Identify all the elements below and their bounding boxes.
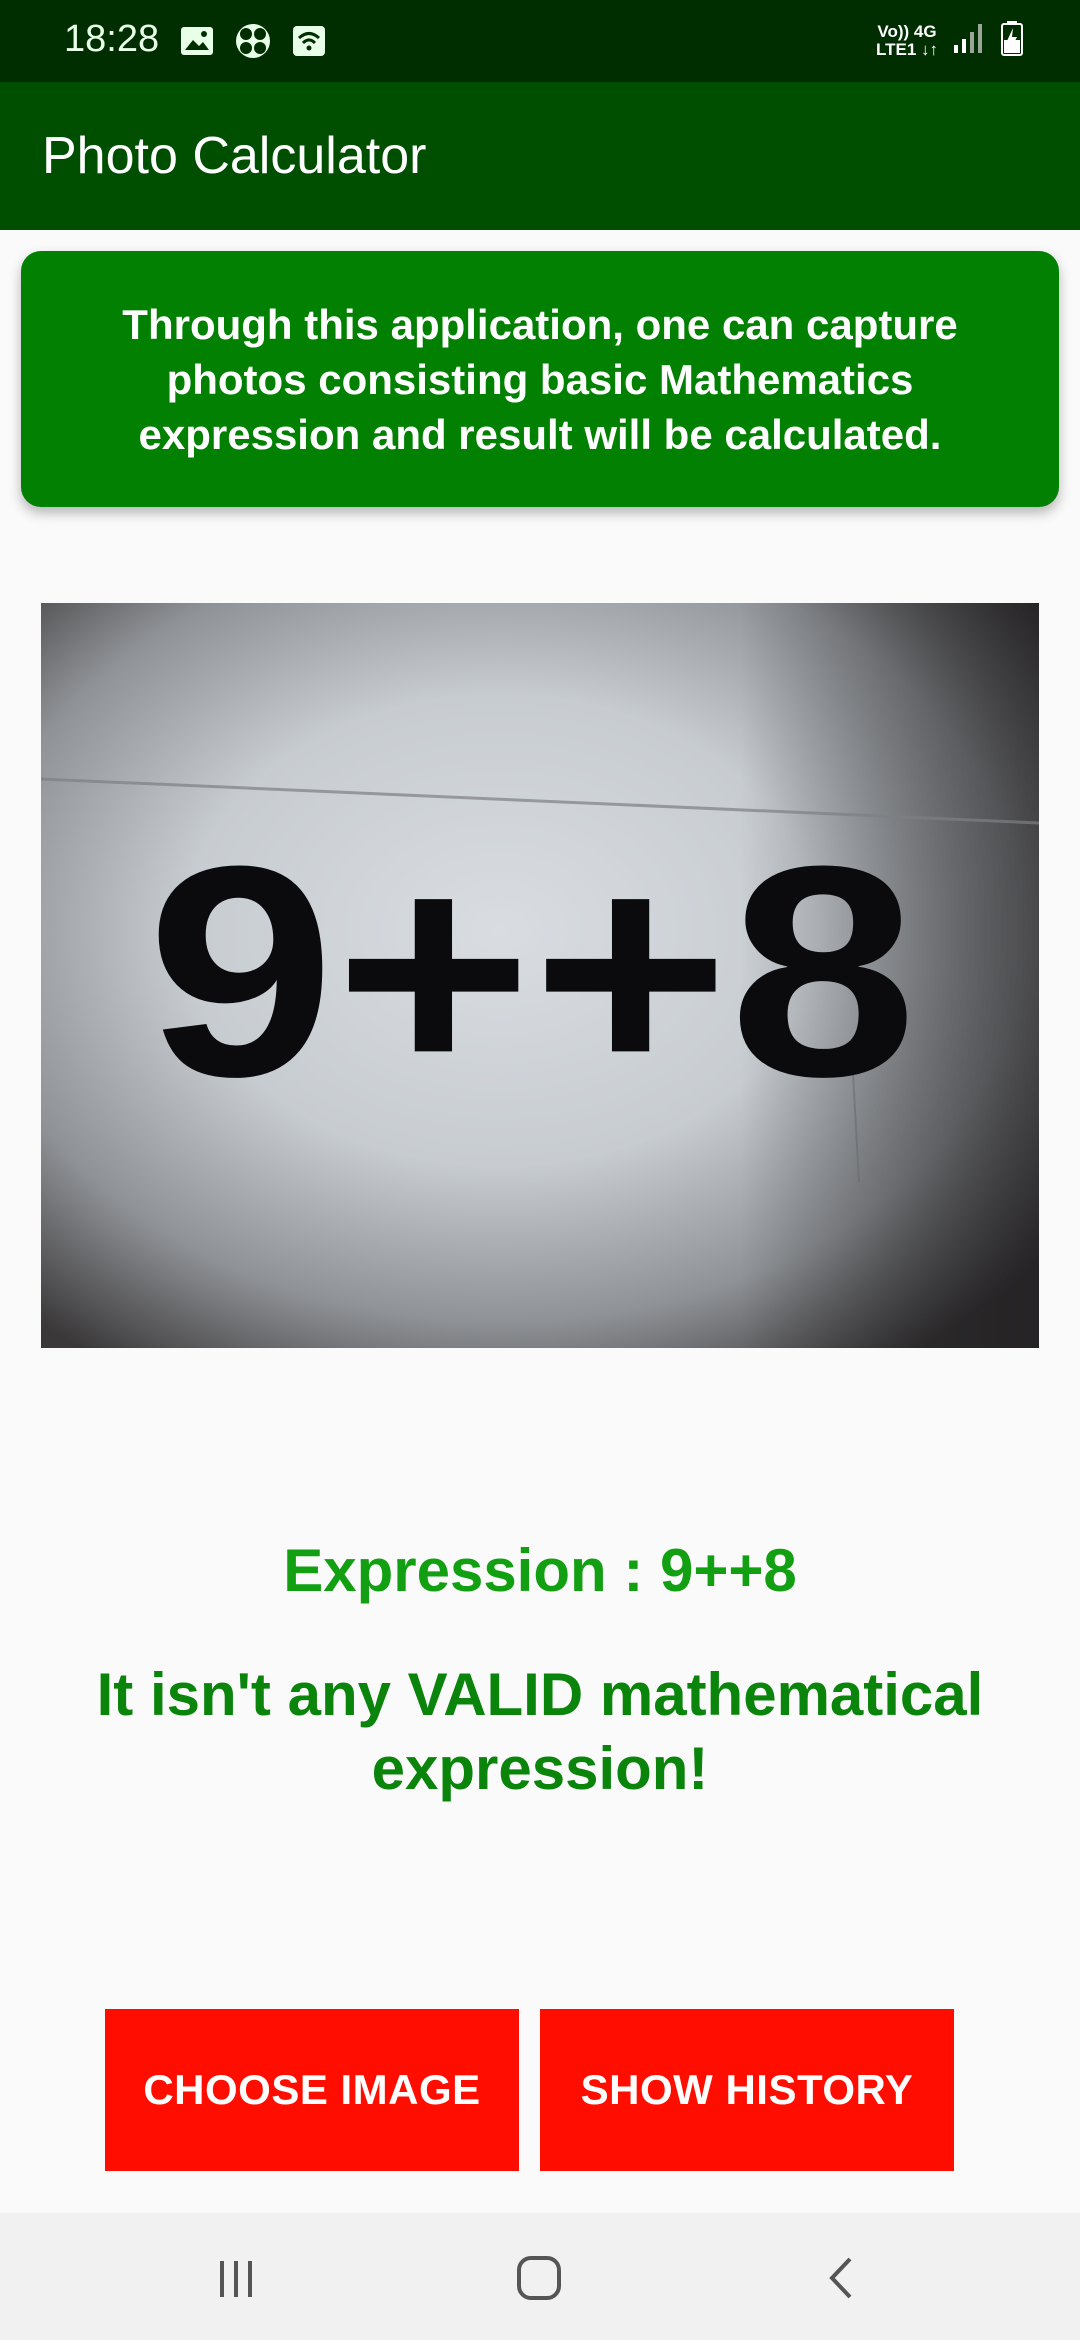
battery-charging-icon <box>1000 20 1024 61</box>
expression-label: Expression : 9++8 <box>283 1537 797 1604</box>
info-card: Through this application, one can captur… <box>21 251 1059 507</box>
network-label-top: Vo)) 4G <box>877 21 937 41</box>
image-icon <box>178 22 216 60</box>
home-icon[interactable] <box>504 2243 574 2313</box>
photo-expression-text: 9++8 <box>147 803 917 1139</box>
info-text: Through this application, one can captur… <box>122 300 958 458</box>
back-icon[interactable] <box>807 2243 877 2313</box>
show-history-button[interactable]: SHOW HISTORY <box>540 2009 954 2171</box>
status-icons-right: Vo)) 4G LTE1 ↓↑ <box>876 20 1024 61</box>
choose-image-button[interactable]: CHOOSE IMAGE <box>105 2009 519 2171</box>
status-icons-left <box>178 22 328 60</box>
signal-icon <box>952 21 986 60</box>
fan-icon <box>234 22 272 60</box>
navigation-bar <box>0 2213 1080 2340</box>
wifi-icon <box>290 22 328 60</box>
status-time: 18:28 <box>64 18 160 60</box>
network-label-bottom: LTE1 ↓↑ <box>875 39 938 59</box>
app-bar: Photo Calculator <box>0 82 1080 230</box>
captured-photo: 9++8 <box>41 603 1039 1348</box>
network-label: Vo)) 4G LTE1 ↓↑ <box>875 21 938 59</box>
app-title: Photo Calculator <box>42 127 427 185</box>
status-bar: 18:28 Vo)) 4G LTE1 ↓↑ <box>0 0 1080 82</box>
result-message: It isn't any VALID mathematical expressi… <box>96 1661 984 1802</box>
recent-apps-icon[interactable] <box>201 2243 271 2313</box>
